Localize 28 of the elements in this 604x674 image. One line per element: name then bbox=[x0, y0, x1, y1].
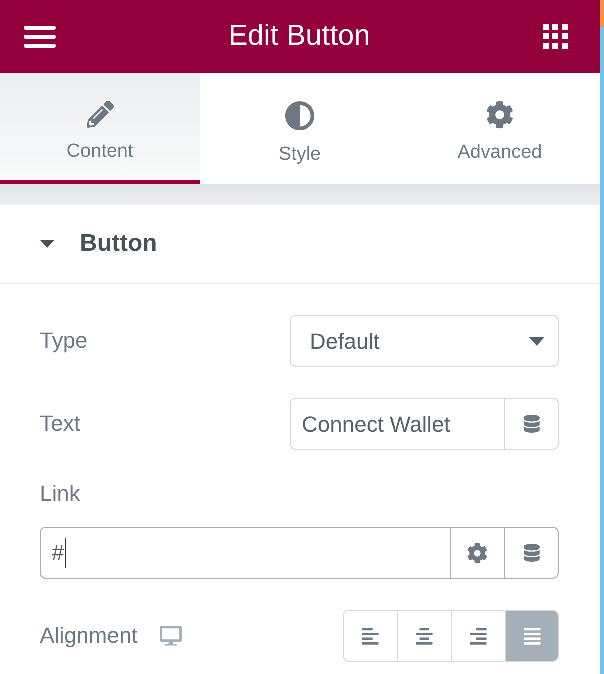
align-left-icon bbox=[361, 626, 380, 646]
panel-title: Edit Button bbox=[228, 18, 370, 54]
link-label: Link bbox=[40, 481, 80, 507]
caret-down-icon bbox=[529, 336, 545, 346]
apps-grid-icon[interactable] bbox=[543, 24, 568, 49]
tab[interactable]: Content bbox=[0, 73, 200, 184]
dynamic-tags-button[interactable] bbox=[505, 527, 559, 579]
type-label: Type bbox=[40, 328, 88, 354]
align-right-button[interactable] bbox=[451, 610, 505, 662]
align-right-icon bbox=[469, 626, 488, 646]
gear-icon bbox=[486, 101, 514, 129]
database-icon bbox=[522, 415, 540, 433]
link-options-button[interactable] bbox=[451, 527, 505, 579]
align-center-button[interactable] bbox=[397, 610, 451, 662]
database-icon bbox=[522, 544, 540, 562]
settings-icon bbox=[467, 542, 488, 564]
align-left-button[interactable] bbox=[343, 610, 397, 662]
type-select[interactable]: Default bbox=[290, 315, 559, 367]
dynamic-tags-button[interactable] bbox=[505, 398, 559, 450]
section-title: Button bbox=[80, 229, 158, 259]
pencil-icon bbox=[86, 101, 114, 128]
link-field[interactable]: # bbox=[40, 527, 451, 579]
menu-icon[interactable] bbox=[24, 26, 56, 48]
text-label: Text bbox=[40, 411, 80, 437]
justify-icon bbox=[522, 626, 542, 646]
text-field[interactable]: Connect Wallet bbox=[290, 398, 505, 450]
alignment-label: Alignment bbox=[40, 623, 138, 649]
align-center-icon bbox=[415, 626, 434, 646]
